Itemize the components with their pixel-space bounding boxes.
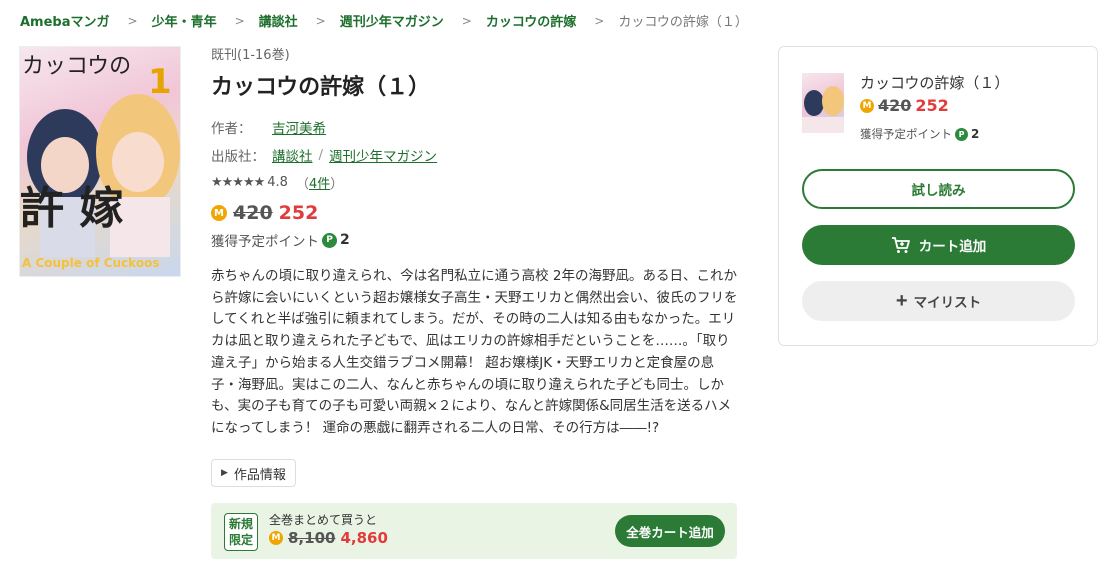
author-label: 作者：	[211, 121, 252, 137]
panel-points-value: 2	[971, 127, 980, 141]
page-title: カッコウの許嫁（１）	[211, 75, 431, 100]
bulk-purchase-box: 新規限定 全巻まとめて買うと M 8,100 4,860 全巻カート追加	[211, 503, 737, 559]
purchase-panel: カッコウの許嫁（１） M 420 252 獲得予定ポイント P 2 試し読み カ…	[778, 46, 1098, 346]
bulk-prices: M 8,100 4,860	[269, 529, 388, 547]
book-cover[interactable]: カッコウの 許 嫁 1 A Couple of Cuckoos	[19, 46, 181, 277]
work-info-button[interactable]: ▶ 作品情報	[211, 459, 296, 487]
cover-title-big: 許 嫁	[20, 183, 123, 234]
mylist-button-label: マイリスト	[913, 295, 982, 310]
breadcrumb-amebamanga[interactable]: Amebaマンガ	[20, 11, 110, 30]
cover-volume: 1	[148, 62, 172, 102]
book-description: 赤ちゃんの頃に取り違えられ、今は名門私立に通う高校 2年の海野凪。ある日、これか…	[211, 268, 738, 436]
breadcrumb-magazine[interactable]: 週刊少年マガジン	[340, 11, 444, 30]
plus-icon: +	[895, 290, 908, 312]
point-icon: P	[955, 127, 968, 141]
panel-sale-price: 252	[915, 96, 949, 115]
bulk-sale-price: 4,860	[340, 529, 388, 547]
chevron-right-icon: >	[127, 13, 138, 28]
points-value: 2	[340, 232, 350, 248]
coin-icon: M	[860, 98, 874, 113]
work-info-label: 作品情報	[233, 467, 286, 483]
points-row: 獲得予定ポイント P 2	[211, 230, 751, 250]
panel-points-label: 獲得予定ポイント	[860, 127, 952, 141]
add-to-cart-button[interactable]: カート追加	[802, 225, 1075, 265]
magazine-link[interactable]: 週刊少年マガジン	[329, 145, 437, 165]
mylist-button[interactable]: + マイリスト	[802, 281, 1075, 321]
sale-price: 252	[278, 202, 319, 224]
publisher-link[interactable]: 講談社	[272, 145, 313, 165]
volume-status: 既刊(1-16巻)	[211, 48, 290, 63]
review-count-link[interactable]: 4件	[309, 173, 330, 192]
breadcrumb-series[interactable]: カッコウの許嫁	[486, 11, 576, 30]
cart-button-label: カート追加	[918, 239, 987, 254]
book-meta: 既刊(1-16巻) カッコウの許嫁（１） 作者： 吉河美希 出版社： 講談社 /…	[211, 44, 751, 250]
original-price: 420	[233, 202, 273, 224]
panel-price: M 420 252	[860, 96, 949, 115]
panel-original-price: 420	[878, 96, 912, 115]
breadcrumb: Amebaマンガ > 少年・青年 > 講談社 > 週刊少年マガジン > カッコウ…	[20, 11, 748, 31]
separator-slash: /	[318, 147, 324, 163]
rating-row: ★★★★★ 4.8 （4件）	[211, 173, 344, 192]
cover-subtitle: A Couple of Cuckoos	[22, 256, 159, 270]
add-all-to-cart-button[interactable]: 全巻カート追加	[615, 515, 725, 547]
chevron-right-icon: >	[315, 13, 326, 28]
breadcrumb-kodansha[interactable]: 講談社	[259, 11, 298, 30]
rating-value: 4.8	[267, 175, 288, 190]
panel-title: カッコウの許嫁（１）	[860, 74, 1010, 92]
chevron-right-icon: >	[461, 13, 472, 28]
new-limited-badge: 新規限定	[224, 513, 258, 551]
author-link[interactable]: 吉河美希	[272, 117, 326, 137]
breadcrumb-current: カッコウの許嫁（１）	[618, 15, 748, 30]
chevron-right-icon: >	[594, 13, 605, 28]
bulk-text: 全巻まとめて買うと	[269, 513, 378, 527]
star-icon: ★★★★★	[211, 175, 265, 190]
bulk-original-price: 8,100	[288, 529, 336, 547]
points-label: 獲得予定ポイント	[211, 234, 319, 250]
point-icon: P	[322, 232, 337, 248]
publisher-label: 出版社：	[211, 149, 265, 165]
publisher-row: 出版社： 講談社 / 週刊少年マガジン	[211, 145, 751, 165]
coin-icon: M	[269, 531, 283, 545]
cover-title-text: カッコウの	[22, 54, 131, 79]
triangle-right-icon: ▶	[221, 468, 228, 478]
price-row: M 420 252	[211, 202, 751, 224]
panel-thumbnail	[802, 73, 844, 133]
trial-read-button[interactable]: 試し読み	[802, 169, 1075, 209]
breadcrumb-shonen-seinen[interactable]: 少年・青年	[152, 11, 217, 30]
panel-points: 獲得予定ポイント P 2	[860, 126, 979, 142]
chevron-right-icon: >	[234, 13, 245, 28]
cart-icon	[891, 236, 911, 254]
coin-icon: M	[211, 205, 227, 221]
author-row: 作者： 吉河美希	[211, 117, 751, 137]
